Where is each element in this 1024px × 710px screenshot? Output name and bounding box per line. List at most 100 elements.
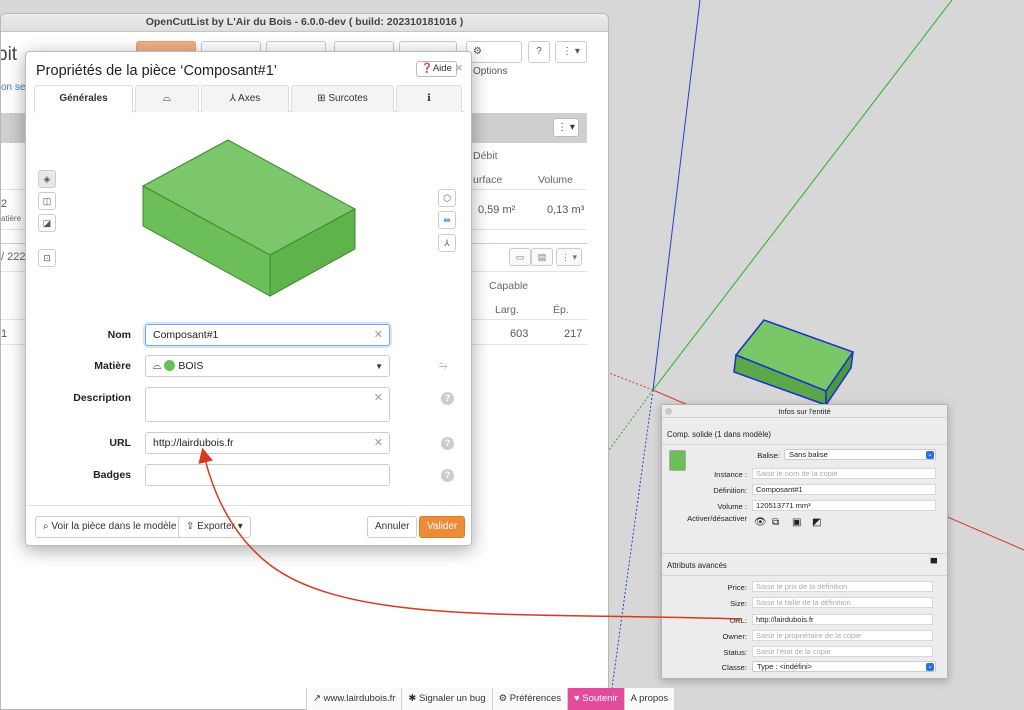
validate-button[interactable]: Valider (419, 516, 466, 538)
advanced-attributes-label: Attributs avancés (667, 561, 727, 570)
description-help-icon[interactable]: ? (441, 392, 454, 405)
view-back-button[interactable]: ◪ (38, 214, 56, 232)
tab-info[interactable]: ℹ (396, 85, 462, 112)
dialog-help-button[interactable]: ❓Aide (416, 61, 457, 77)
volume-label: Volume : (717, 502, 747, 511)
material-select[interactable]: ⌓ BOIS ▼ (145, 355, 390, 377)
window-title: OpenCutList by L'Air du Bois - 6.0.0-dev… (1, 14, 608, 32)
dialog-title: Propriétés de la pièce ‘Composant#1’ (36, 63, 277, 79)
part-width-value: 603 (510, 328, 529, 340)
url-attr-input[interactable]: http://lairdubois.fr (752, 614, 933, 625)
material-icon: ⌓ (163, 93, 171, 104)
footer-about-link[interactable]: A propos (623, 688, 675, 710)
material-swatch[interactable] (669, 450, 686, 471)
footer-site-link[interactable]: ↗ www.lairdubois.fr (306, 688, 402, 710)
toolbar-menu-button[interactable]: ⋮ ▾ (555, 41, 587, 63)
description-textarea[interactable]: ✕ (145, 387, 390, 422)
material-link-icon[interactable]: ⥲ (439, 360, 448, 373)
close-icon[interactable] (665, 408, 672, 415)
view-box-button[interactable]: ⬡ (438, 189, 456, 207)
lock-icon[interactable]: ⧉ (772, 517, 779, 528)
size-input[interactable]: Saisir la taille de la définition (752, 597, 933, 608)
definition-input[interactable]: Composant#1 (752, 484, 936, 495)
blue-axis-dotted (608, 389, 654, 710)
classe-select[interactable]: Type : <indéfini> ⌄ (752, 661, 936, 672)
ep-header: Ép. (553, 304, 569, 316)
tab-oversize[interactable]: ⊞ Surcotes (291, 85, 394, 112)
footer-prefs-link[interactable]: ⚙ Préférences (491, 688, 567, 710)
dimensions-button[interactable]: ⇹ (438, 211, 456, 229)
tab-general[interactable]: Générales (34, 85, 133, 113)
group-labels-button[interactable]: ▤ (531, 248, 553, 266)
name-input[interactable]: Composant#1 ✕ (145, 324, 390, 346)
clear-description-icon[interactable]: ✕ (374, 388, 383, 408)
entity-summary: Comp. solide (1 dans modèle) (667, 430, 772, 439)
toggle-label: Activer/désactiver (687, 514, 747, 523)
clear-url-icon[interactable]: ✕ (374, 433, 383, 453)
component-box-3d[interactable] (733, 319, 855, 408)
view-zoom-extents-button[interactable]: ⊡ (38, 249, 56, 267)
advanced-toggle-icon[interactable]: ▀ (931, 558, 937, 568)
status-input[interactable]: Saisir l'état de la copie (752, 646, 933, 657)
row-count: 2 (1, 198, 8, 210)
export-button[interactable]: ⇪ Exporter ▾ (178, 516, 251, 538)
instance-input[interactable]: Saisir le nom de la copie (752, 468, 936, 479)
volume-field: 120513771 mm³ (752, 500, 936, 511)
part-thickness-value: 217 (564, 328, 583, 340)
footer-support-link[interactable]: ♥ Soutenir (567, 688, 624, 710)
red-axis-dotted (608, 372, 654, 391)
material-color-dot (164, 360, 176, 371)
material-icon: ⌓ (153, 360, 162, 372)
dialog-tabs: Générales ⌓ ⅄ Axes ⊞ Surcotes ℹ (34, 85, 464, 113)
badges-label: Badges (93, 469, 131, 481)
entity-info-panel: Infos sur l'entité Comp. solide (1 dans … (661, 404, 948, 679)
surface-value: 0,59 m² (478, 204, 516, 216)
volume-value: 0,13 m³ (547, 204, 585, 216)
shadow-cast-icon[interactable]: ▣ (792, 517, 801, 528)
owner-label: Owner: (722, 632, 747, 641)
search-icon: ⌕ (43, 521, 49, 532)
toolbar-help-button[interactable]: ? (528, 41, 550, 63)
tab-material[interactable]: ⌓ (135, 85, 199, 112)
eye-icon[interactable]: 👁 (754, 517, 767, 528)
group-more-button[interactable]: ⋮ ▾ (556, 248, 582, 266)
price-input[interactable]: Saisir le prix de la définition (752, 581, 933, 592)
name-label: Nom (107, 329, 131, 341)
view-in-model-button[interactable]: ⌕ Voir la pièce dans le modèle (35, 516, 185, 538)
balise-label: Balise: (757, 451, 780, 460)
owner-input[interactable]: Saisir le propriétaire de la copie (752, 630, 933, 641)
badges-input[interactable] (145, 464, 390, 486)
tab-axes[interactable]: ⅄ Axes (201, 85, 289, 112)
size-label: Size: (730, 599, 747, 608)
clear-name-icon[interactable]: ✕ (374, 325, 383, 345)
gear-icon: ⚙ (498, 693, 508, 704)
badges-help-icon[interactable]: ? (441, 469, 454, 482)
dialog-close-button[interactable]: × (455, 60, 463, 75)
group-label: / 222 (1, 251, 26, 263)
group-print-button[interactable]: ▭ (509, 248, 531, 266)
view-iso-button[interactable]: ◈ (38, 170, 56, 188)
gear-icon: ⚙ (473, 46, 482, 57)
part-3d-preview[interactable] (141, 137, 356, 302)
balise-select[interactable]: Sans balise ⌄ (784, 449, 936, 460)
chevron-down-icon: ⌄ (926, 451, 934, 459)
classe-label: Classe: (721, 663, 747, 672)
url-help-icon[interactable]: ? (441, 437, 454, 450)
cancel-button[interactable]: Annuler (367, 516, 418, 538)
url-input[interactable]: http://lairdubois.fr ✕ (145, 432, 390, 454)
entity-info-title: Infos sur l'entité (662, 405, 947, 418)
axes-button[interactable]: ⅄ (438, 234, 456, 252)
description-label: Description (73, 392, 131, 404)
url-label: URL (109, 437, 131, 449)
green-axis (652, 0, 953, 391)
page-title-fragment: bit (1, 44, 18, 65)
heart-icon: ♥ (574, 693, 580, 704)
volume-header: Volume (538, 174, 574, 186)
price-label: Price: (727, 583, 747, 592)
toolbar-options-button[interactable]: ⚙ Options (466, 41, 522, 77)
group-menu-button[interactable]: ⋮ ▾ (553, 118, 579, 137)
shadow-receive-icon[interactable]: ◩ (812, 517, 821, 528)
view-front-button[interactable]: ◫ (38, 192, 56, 210)
footer-bug-link[interactable]: ✱ Signaler un bug (401, 688, 492, 710)
instance-label: Instance : (714, 470, 747, 479)
